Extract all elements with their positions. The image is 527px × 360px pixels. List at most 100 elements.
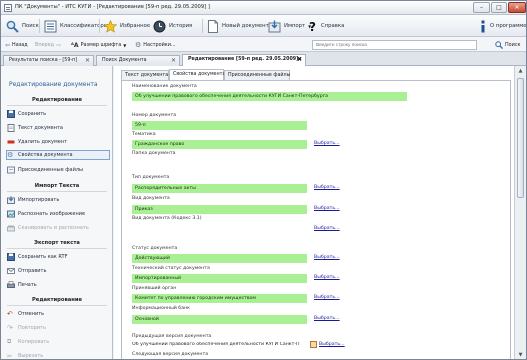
search-button[interactable]: Поиск bbox=[495, 40, 521, 50]
sidebar-item-save-as-rtf[interactable]: Сохранить как RTF bbox=[7, 252, 111, 262]
pick-document-kind-link[interactable]: Выбрать... bbox=[314, 206, 340, 211]
sidebar-item-redo[interactable]: ↷ Повторить bbox=[7, 323, 111, 333]
tab-search-results[interactable]: Результаты поиска - [59-п] ✕ bbox=[3, 55, 94, 66]
copy-icon: ⧉ bbox=[7, 338, 12, 345]
font-size-icon: ᴬA bbox=[71, 41, 79, 49]
settings-button[interactable]: ⚙ Настройки... bbox=[135, 40, 176, 50]
scroll-thumb[interactable] bbox=[517, 78, 524, 198]
field-document-kind[interactable]: Приказ bbox=[132, 205, 307, 214]
new-document-label: Новый документ bbox=[222, 23, 269, 29]
field-infobank[interactable]: Основной bbox=[132, 315, 307, 324]
sidebar-item-save[interactable]: Сохранить bbox=[7, 109, 111, 119]
close-button[interactable]: ✕ bbox=[508, 2, 526, 13]
document-link-icon[interactable] bbox=[310, 341, 317, 348]
field-label-document-kind: Вид документа bbox=[132, 196, 170, 201]
history-button[interactable]: История bbox=[153, 18, 192, 34]
minimize-button[interactable]: – bbox=[473, 2, 490, 13]
field-label-document-kind-code: Вид документа (Кодекс 3.1) bbox=[132, 216, 202, 221]
sidebar-item-cut[interactable]: ✂ Вырезать bbox=[7, 351, 111, 360]
sidebar-item-undo[interactable]: ↶ Отменить bbox=[7, 309, 111, 319]
gear-icon: ⚙ bbox=[7, 151, 14, 159]
scroll-up-icon[interactable]: ▲ bbox=[517, 68, 524, 75]
clock-icon bbox=[153, 20, 166, 32]
back-button[interactable]: ⇦ Назад bbox=[5, 40, 28, 50]
close-tab-icon[interactable]: ✕ bbox=[171, 56, 176, 66]
field-previous-version[interactable]: Об улучшении правового обеспечения деяте… bbox=[132, 342, 307, 347]
field-document-number[interactable]: 59-п bbox=[132, 121, 307, 130]
font-size-button[interactable]: ᴬA Размер шрифта ▼ bbox=[71, 40, 126, 50]
import-button[interactable]: Импорт ▼ bbox=[268, 18, 311, 34]
pick-document-kind-code-link[interactable]: Выбрать... bbox=[314, 226, 340, 231]
close-tab-icon[interactable]: ✕ bbox=[85, 56, 90, 66]
field-document-type[interactable]: Распорядительные акты bbox=[132, 184, 307, 193]
favorites-button[interactable]: Избранное bbox=[104, 18, 150, 34]
pick-theme-link[interactable]: Выбрать... bbox=[314, 141, 340, 146]
field-authority[interactable]: Комитет по управлению городским имуществ… bbox=[132, 294, 307, 303]
search-tool-label: Поиск bbox=[22, 23, 39, 29]
search-input[interactable] bbox=[312, 40, 477, 50]
import-icon bbox=[268, 20, 281, 32]
back-label: Назад bbox=[12, 42, 28, 48]
sidebar-item-recognize-image[interactable]: Распознать изображение bbox=[7, 209, 111, 219]
action-sidebar: Редактирование документа Редактирование … bbox=[1, 66, 113, 360]
pick-document-type-link[interactable]: Выбрать... bbox=[314, 185, 340, 190]
sidebar-item-label: Присоединенные файлы bbox=[18, 167, 84, 173]
sidebar-item-import[interactable]: Импортировать bbox=[7, 195, 111, 205]
tab-document-text[interactable]: Текст документа bbox=[121, 70, 169, 80]
main-toolbar: Поиск Классификаторы Избранное История Н… bbox=[1, 15, 526, 37]
sidebar-item-copy[interactable]: ⧉ Копировать bbox=[7, 337, 111, 347]
tab-attached-files[interactable]: Присоединенные файлы bbox=[224, 70, 290, 80]
new-document-icon bbox=[208, 19, 218, 33]
field-document-name[interactable]: Об улучшении правового обеспечения деяте… bbox=[132, 92, 407, 101]
settings-label: Настройки... bbox=[143, 42, 176, 48]
navigation-toolbar: ⇦ Назад Вперед ⇨ ᴬA Размер шрифта ▼ ⚙ На… bbox=[1, 37, 526, 52]
sidebar-item-label: Сохранить bbox=[18, 111, 47, 117]
classifiers-label: Классификаторы bbox=[60, 23, 108, 29]
sidebar-item-label: Распознать изображение bbox=[18, 211, 86, 217]
tab-document-properties[interactable]: Свойства документа bbox=[169, 69, 225, 80]
close-tab-icon[interactable]: ✖ bbox=[297, 55, 302, 65]
field-theme[interactable]: Гражданское право bbox=[132, 140, 307, 149]
import-label: Импорт bbox=[284, 23, 306, 29]
favorites-label: Избранное bbox=[120, 23, 151, 29]
floppy-disk-icon bbox=[7, 253, 15, 261]
pick-previous-version-link[interactable]: Выбрать... bbox=[319, 342, 345, 347]
sidebar-item-delete-document[interactable]: Удалить документ bbox=[7, 137, 111, 147]
arrow-left-icon: ⇦ bbox=[5, 41, 11, 49]
pick-authority-link[interactable]: Выбрать... bbox=[314, 295, 340, 300]
forward-button[interactable]: Вперед ⇨ bbox=[35, 40, 61, 50]
maximize-button[interactable]: □ bbox=[491, 2, 507, 13]
scroll-down-icon[interactable]: ▼ bbox=[517, 352, 524, 359]
section-divider bbox=[7, 105, 107, 106]
magnifier-icon bbox=[495, 41, 503, 49]
pick-tech-status-link[interactable]: Выбрать... bbox=[314, 275, 340, 280]
sidebar-title: Редактирование документа bbox=[9, 81, 98, 88]
field-label-document-type: Тип документа bbox=[132, 175, 170, 180]
tab-edit-document[interactable]: Редактирование [59-п ред. 29.05.2009] ✖ bbox=[182, 54, 306, 66]
help-button[interactable]: ? Справка bbox=[308, 18, 344, 34]
new-document-button[interactable]: Новый документ bbox=[207, 18, 269, 34]
sidebar-item-attached-files[interactable]: Присоединенные файлы bbox=[7, 165, 111, 175]
magnifier-icon bbox=[6, 20, 19, 33]
pick-document-status-link[interactable]: Выбрать... bbox=[314, 255, 340, 260]
pick-infobank-link[interactable]: Выбрать... bbox=[314, 316, 340, 321]
search-tool-button[interactable]: Поиск bbox=[6, 18, 39, 34]
title-bar: ПК "Документы" - ИТС КУГИ - [Редактирова… bbox=[1, 1, 526, 15]
attached-files-icon bbox=[7, 166, 15, 174]
vertical-scrollbar[interactable]: ▲ ▼ bbox=[514, 66, 526, 359]
sidebar-item-document-properties[interactable]: ⚙ Свойства документа bbox=[6, 150, 110, 160]
sidebar-item-print[interactable]: Печать bbox=[7, 280, 111, 290]
sidebar-item-scan-and-recognize[interactable]: Сканировать и распознать bbox=[7, 223, 111, 233]
sidebar-item-send[interactable]: Отправить bbox=[7, 266, 111, 276]
sidebar-item-document-text[interactable]: Текст документа bbox=[7, 123, 111, 133]
envelope-icon bbox=[7, 268, 15, 274]
about-button[interactable]: О программе bbox=[479, 18, 526, 34]
field-tech-status[interactable]: Импортированный bbox=[132, 274, 307, 283]
section-divider bbox=[7, 191, 107, 192]
field-document-status[interactable]: Действующий bbox=[132, 254, 307, 263]
help-question-icon: ? bbox=[309, 20, 316, 33]
tab-document-search[interactable]: Поиск Документа ✕ bbox=[96, 55, 180, 66]
delete-icon bbox=[7, 140, 15, 144]
sidebar-item-label: Импортировать bbox=[18, 197, 60, 203]
field-label-document-name: Наименование документа bbox=[132, 84, 197, 89]
